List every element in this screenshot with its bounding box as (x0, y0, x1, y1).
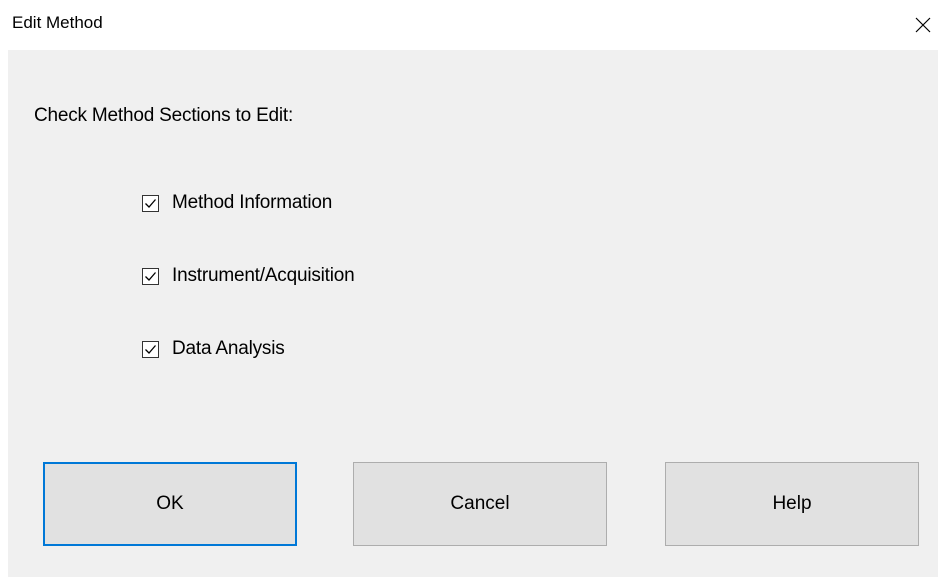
checkbox-label: Data Analysis (172, 338, 285, 359)
checkbox-data-analysis[interactable]: Data Analysis (142, 336, 285, 362)
checkbox-method-information[interactable]: Method Information (142, 190, 332, 216)
close-button[interactable] (900, 0, 946, 50)
close-icon (915, 17, 931, 33)
checkbox-instrument-acquisition[interactable]: Instrument/Acquisition (142, 263, 355, 289)
ok-button[interactable]: OK (43, 462, 297, 546)
checkbox-checked-icon[interactable] (142, 194, 159, 212)
checkbox-checked-icon[interactable] (142, 340, 159, 358)
checkbox-checked-icon[interactable] (142, 267, 159, 285)
window-title: Edit Method (12, 13, 103, 32)
checkbox-label: Method Information (172, 192, 333, 213)
cancel-button[interactable]: Cancel (353, 462, 607, 546)
title-bar: Edit Method (0, 0, 946, 50)
sections-prompt-label: Check Method Sections to Edit: (34, 105, 294, 126)
checkbox-label: Instrument/Acquisition (172, 265, 355, 286)
dialog-body: Check Method Sections to Edit: Method In… (8, 50, 938, 577)
help-button[interactable]: Help (665, 462, 919, 546)
